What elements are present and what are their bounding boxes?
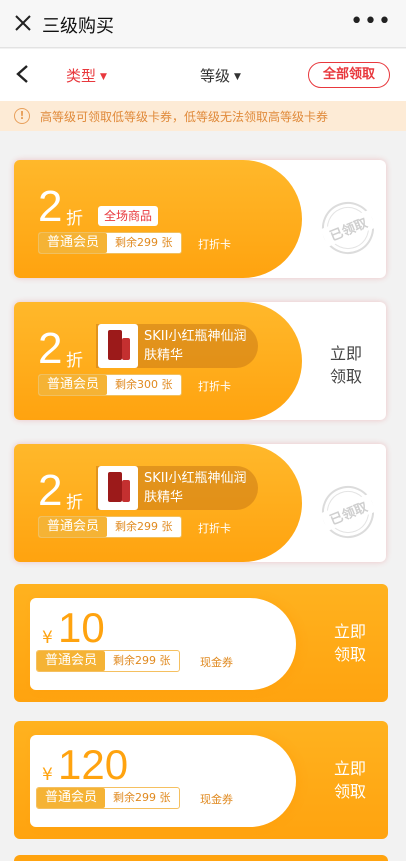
member-level: 普通会员 bbox=[39, 233, 108, 253]
page-title: 三级购买 bbox=[42, 16, 114, 37]
discount-unit: 折 bbox=[66, 351, 83, 371]
back-arrow-icon[interactable] bbox=[12, 63, 34, 85]
coupon-kind: 打折卡 bbox=[198, 522, 231, 535]
member-level: 普通会员 bbox=[37, 788, 106, 808]
claim-now-button[interactable]: 立即领取 bbox=[332, 757, 368, 803]
member-badge: 普通会员 剩余299 张 bbox=[36, 650, 180, 672]
level-filter-tab[interactable]: 等级 ▼ bbox=[200, 65, 241, 86]
remaining-count: 剩余299 张 bbox=[113, 654, 171, 667]
cash-value: 120 bbox=[58, 741, 129, 788]
product-thumbnail bbox=[98, 466, 138, 510]
product-name: SKII小红瓶神仙润肤精华 bbox=[144, 471, 247, 505]
type-filter-tab[interactable]: 类型 ▼ bbox=[66, 65, 107, 86]
product-chip: SKII小红瓶神仙润肤精华 bbox=[96, 466, 258, 510]
type-filter-label: 类型 bbox=[66, 67, 97, 85]
remaining-count: 剩余299 张 bbox=[115, 520, 173, 533]
currency-symbol: ¥ bbox=[42, 765, 53, 785]
cash-coupon-card: ¥ 120 普通会员 剩余299 张 现金券 立即领取 bbox=[14, 721, 388, 839]
currency-symbol: ¥ bbox=[42, 628, 53, 648]
cash-coupon-card: ¥ 10 普通会员 剩余299 张 现金券 立即领取 bbox=[14, 584, 388, 702]
level-filter-label: 等级 bbox=[200, 67, 231, 85]
info-icon: ! bbox=[14, 108, 30, 124]
member-level: 普通会员 bbox=[39, 517, 108, 537]
chevron-down-icon: ▼ bbox=[100, 71, 107, 82]
discount-value: 2 bbox=[38, 466, 63, 515]
discount-value: 2 bbox=[38, 182, 63, 231]
discount-coupon-card: 2 折 SKII小红瓶神仙润肤精华 普通会员 剩余299 张 打折卡 已领取 bbox=[14, 444, 386, 562]
member-badge: 普通会员 剩余299 张 bbox=[36, 787, 180, 809]
coupon-kind: 打折卡 bbox=[198, 380, 231, 393]
claim-now-button[interactable]: 立即领取 bbox=[328, 342, 364, 388]
more-icon[interactable]: ••• bbox=[350, 9, 392, 34]
product-thumbnail bbox=[98, 324, 138, 368]
chevron-down-icon: ▼ bbox=[234, 71, 241, 82]
scope-tag: 全场商品 bbox=[98, 206, 159, 226]
product-chip: SKII小红瓶神仙润肤精华 bbox=[96, 324, 258, 368]
member-badge: 普通会员 剩余299 张 bbox=[38, 232, 182, 254]
member-badge: 普通会员 剩余299 张 bbox=[38, 516, 182, 538]
discount-coupon-card: 2 折 全场商品 普通会员 剩余299 张 打折卡 已领取 bbox=[14, 160, 386, 278]
discount-unit: 折 bbox=[66, 493, 83, 513]
remaining-count: 剩余299 张 bbox=[115, 236, 173, 249]
close-icon[interactable] bbox=[12, 12, 34, 34]
remaining-count: 剩余300 张 bbox=[115, 378, 173, 391]
product-name: SKII小红瓶神仙润肤精华 bbox=[144, 329, 247, 363]
coupon-kind: 现金券 bbox=[200, 656, 233, 669]
claim-all-button[interactable]: 全部领取 bbox=[308, 62, 390, 88]
coupon-kind: 打折卡 bbox=[198, 238, 231, 251]
filter-bar: 类型 ▼ 等级 ▼ 全部领取 bbox=[0, 49, 406, 101]
top-bar: 三级购买 ••• bbox=[0, 0, 406, 48]
cash-value: 10 bbox=[58, 604, 105, 651]
discount-unit: 折 bbox=[66, 209, 83, 229]
discount-coupon-card: 2 折 SKII小红瓶神仙润肤精华 普通会员 剩余300 张 打折卡 立即领取 bbox=[14, 302, 386, 420]
claim-now-button[interactable]: 立即领取 bbox=[332, 620, 368, 666]
member-level: 普通会员 bbox=[39, 375, 108, 395]
discount-value: 2 bbox=[38, 324, 63, 373]
member-level: 普通会员 bbox=[37, 651, 106, 671]
notice-banner: ! 高等级可领取低等级卡券，低等级无法领取高等级卡券 bbox=[0, 101, 406, 131]
coupon-kind: 现金券 bbox=[200, 793, 233, 806]
notice-text: 高等级可领取低等级卡券，低等级无法领取高等级卡券 bbox=[40, 110, 329, 124]
member-badge: 普通会员 剩余300 张 bbox=[38, 374, 182, 396]
remaining-count: 剩余299 张 bbox=[113, 791, 171, 804]
next-coupon-peek bbox=[14, 855, 388, 861]
